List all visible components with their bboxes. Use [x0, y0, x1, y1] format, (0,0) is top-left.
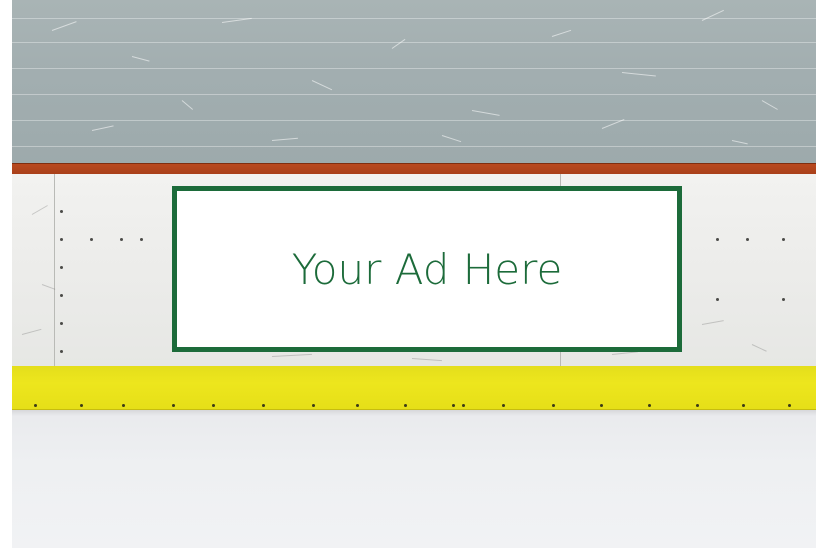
- yellow-kickplate: [12, 366, 816, 411]
- ad-placeholder-box: Your Ad Here: [172, 186, 682, 352]
- hockey-rink-scene: Your Ad Here: [0, 0, 816, 548]
- ice-surface: [12, 410, 816, 548]
- image-border: [0, 0, 12, 548]
- ad-placeholder-text: Your Ad Here: [291, 244, 563, 294]
- rink-glass-wall: [12, 0, 816, 163]
